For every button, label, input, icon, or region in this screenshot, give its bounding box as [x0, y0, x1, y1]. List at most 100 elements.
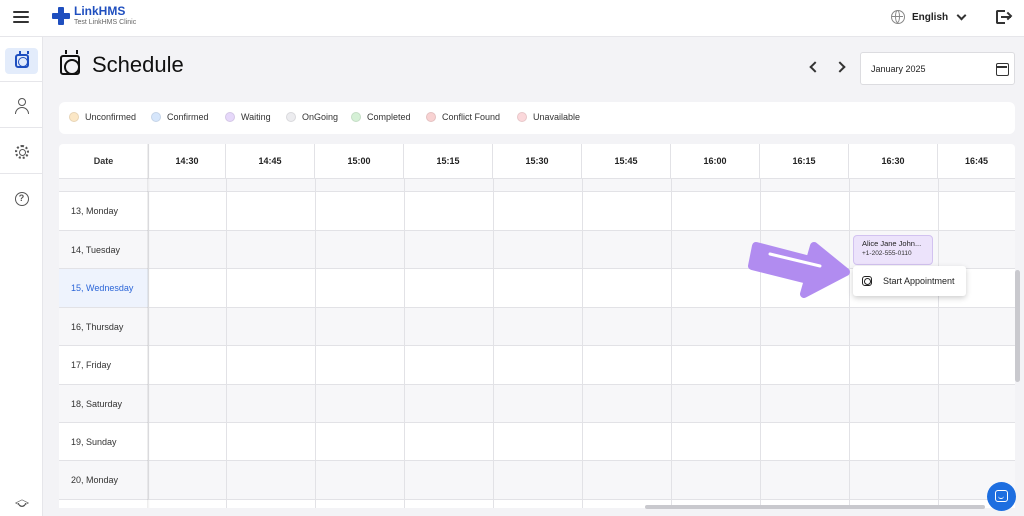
- time-column-header: 16:00: [671, 144, 760, 179]
- sidebar-item-learning[interactable]: [5, 490, 38, 516]
- legend-label: Unavailable: [533, 112, 581, 122]
- status-legend: Unconfirmed Confirmed Waiting OnGoing Co…: [59, 102, 1015, 134]
- sidebar-divider: [0, 127, 43, 128]
- user-icon: [14, 98, 29, 114]
- gear-icon: [14, 145, 29, 159]
- grid-line: [226, 179, 227, 508]
- page-title: Schedule: [92, 52, 184, 77]
- schedule-icon: [862, 276, 872, 286]
- legend-label: Confirmed: [167, 112, 209, 122]
- legend-dot: [426, 112, 436, 122]
- clinic-name: Test LinkHMS Clinic: [74, 19, 137, 26]
- schedule-title-icon: [60, 50, 80, 75]
- sidebar: ?: [0, 37, 43, 516]
- row-date-label: 17, Friday: [59, 346, 149, 384]
- chevron-down-icon: [956, 10, 967, 20]
- table-row: [59, 179, 1015, 192]
- sidebar-item-patients[interactable]: [5, 93, 38, 119]
- time-column-header: 15:30: [493, 144, 582, 179]
- chat-button[interactable]: [987, 482, 1016, 511]
- language-selector[interactable]: English: [891, 10, 967, 24]
- row-date-label: 16, Thursday: [59, 308, 149, 345]
- previous-month-icon[interactable]: [809, 61, 821, 73]
- calendar-icon[interactable]: [996, 63, 1009, 76]
- time-column-header: 15:15: [404, 144, 493, 179]
- top-bar: LinkHMS Test LinkHMS Clinic English: [0, 0, 1024, 37]
- row-date-label-today: 15, Wednesday: [59, 269, 149, 307]
- appointment-phone: +1-202-555-0110: [862, 250, 912, 257]
- sidebar-item-schedule[interactable]: [5, 48, 38, 74]
- legend-label: Waiting: [241, 112, 271, 122]
- menu-icon[interactable]: [13, 11, 29, 25]
- grid-line: [671, 179, 672, 508]
- sidebar-item-help[interactable]: ?: [5, 186, 38, 212]
- row-date-label: 14, Tuesday: [59, 231, 149, 268]
- time-column-header: 14:45: [226, 144, 315, 179]
- schedule-icon: [14, 51, 29, 68]
- globe-icon: [891, 10, 905, 24]
- schedule-grid: 13, Monday 14, Tuesday 15, Wednesday 16,…: [59, 144, 1015, 508]
- language-label: English: [912, 11, 949, 23]
- time-column-header: 16:15: [760, 144, 849, 179]
- grid-line: [404, 179, 405, 508]
- table-row[interactable]: 19, Sunday: [59, 423, 1015, 461]
- table-row[interactable]: 18, Saturday: [59, 385, 1015, 423]
- time-column-header: 14:30: [149, 144, 226, 179]
- sidebar-divider: [0, 81, 43, 82]
- sidebar-item-settings[interactable]: [5, 139, 38, 165]
- legend-label: Completed: [367, 112, 411, 122]
- start-appointment-menu-item[interactable]: Start Appointment: [853, 266, 966, 296]
- legend-dot: [286, 112, 296, 122]
- grid-line: [582, 179, 583, 508]
- legend-dot: [351, 112, 361, 122]
- date-column-shadow: [147, 144, 150, 508]
- legend-dot: [517, 112, 527, 122]
- table-row[interactable]: 16, Thursday: [59, 308, 1015, 346]
- start-appointment-label: Start Appointment: [883, 276, 955, 286]
- month-picker[interactable]: January 2025: [860, 52, 1015, 85]
- app-logo[interactable]: LinkHMS Test LinkHMS Clinic: [52, 5, 136, 27]
- time-column-header: 15:45: [582, 144, 671, 179]
- table-row[interactable]: 20, Monday: [59, 461, 1015, 500]
- annotation-arrow-icon: [748, 242, 850, 298]
- row-date-label: 20, Monday: [59, 461, 149, 499]
- legend-dot: [225, 112, 235, 122]
- grid-line: [938, 179, 939, 508]
- legend-item-waiting: Waiting: [225, 112, 271, 122]
- date-column-header: Date: [59, 144, 149, 179]
- appointment-patient-name: Alice Jane John...: [862, 239, 922, 248]
- vertical-scrollbar[interactable]: [1015, 270, 1020, 382]
- help-icon: ?: [14, 192, 29, 206]
- grid-header: Date 14:30 14:45 15:00 15:15 15:30 15:45…: [59, 144, 1015, 179]
- chat-icon: [995, 490, 1008, 502]
- next-month-icon[interactable]: [834, 61, 846, 73]
- sidebar-divider: [0, 173, 43, 174]
- time-column-header: 16:30: [849, 144, 938, 179]
- appointment-card[interactable]: Alice Jane John... +1-202-555-0110: [853, 235, 933, 265]
- legend-item-ongoing: OnGoing: [286, 112, 338, 122]
- legend-dot: [69, 112, 79, 122]
- legend-label: Conflict Found: [442, 112, 501, 122]
- month-picker-value: January 2025: [871, 64, 926, 74]
- legend-item-unavailable: Unavailable: [517, 112, 580, 122]
- brand-name: LinkHMS: [74, 4, 126, 18]
- row-date-label: 18, Saturday: [59, 385, 149, 422]
- logout-icon[interactable]: [996, 10, 1013, 26]
- table-row[interactable]: 17, Friday: [59, 346, 1015, 385]
- time-column-header: 15:00: [315, 144, 404, 179]
- row-date-label: 19, Sunday: [59, 423, 149, 460]
- grid-line: [493, 179, 494, 508]
- legend-item-conflict-found: Conflict Found: [426, 112, 500, 122]
- row-date-label: 13, Monday: [59, 192, 149, 230]
- legend-label: Unconfirmed: [85, 112, 137, 122]
- legend-item-completed: Completed: [351, 112, 411, 122]
- table-row[interactable]: 13, Monday: [59, 192, 1015, 231]
- logo-cross-icon: [52, 7, 70, 25]
- graduation-cap-icon: [15, 498, 29, 508]
- horizontal-scrollbar[interactable]: [645, 505, 985, 509]
- legend-item-unconfirmed: Unconfirmed: [69, 112, 136, 122]
- legend-dot: [151, 112, 161, 122]
- time-column-header: 16:45: [964, 156, 989, 166]
- legend-item-confirmed: Confirmed: [151, 112, 209, 122]
- grid-line: [315, 179, 316, 508]
